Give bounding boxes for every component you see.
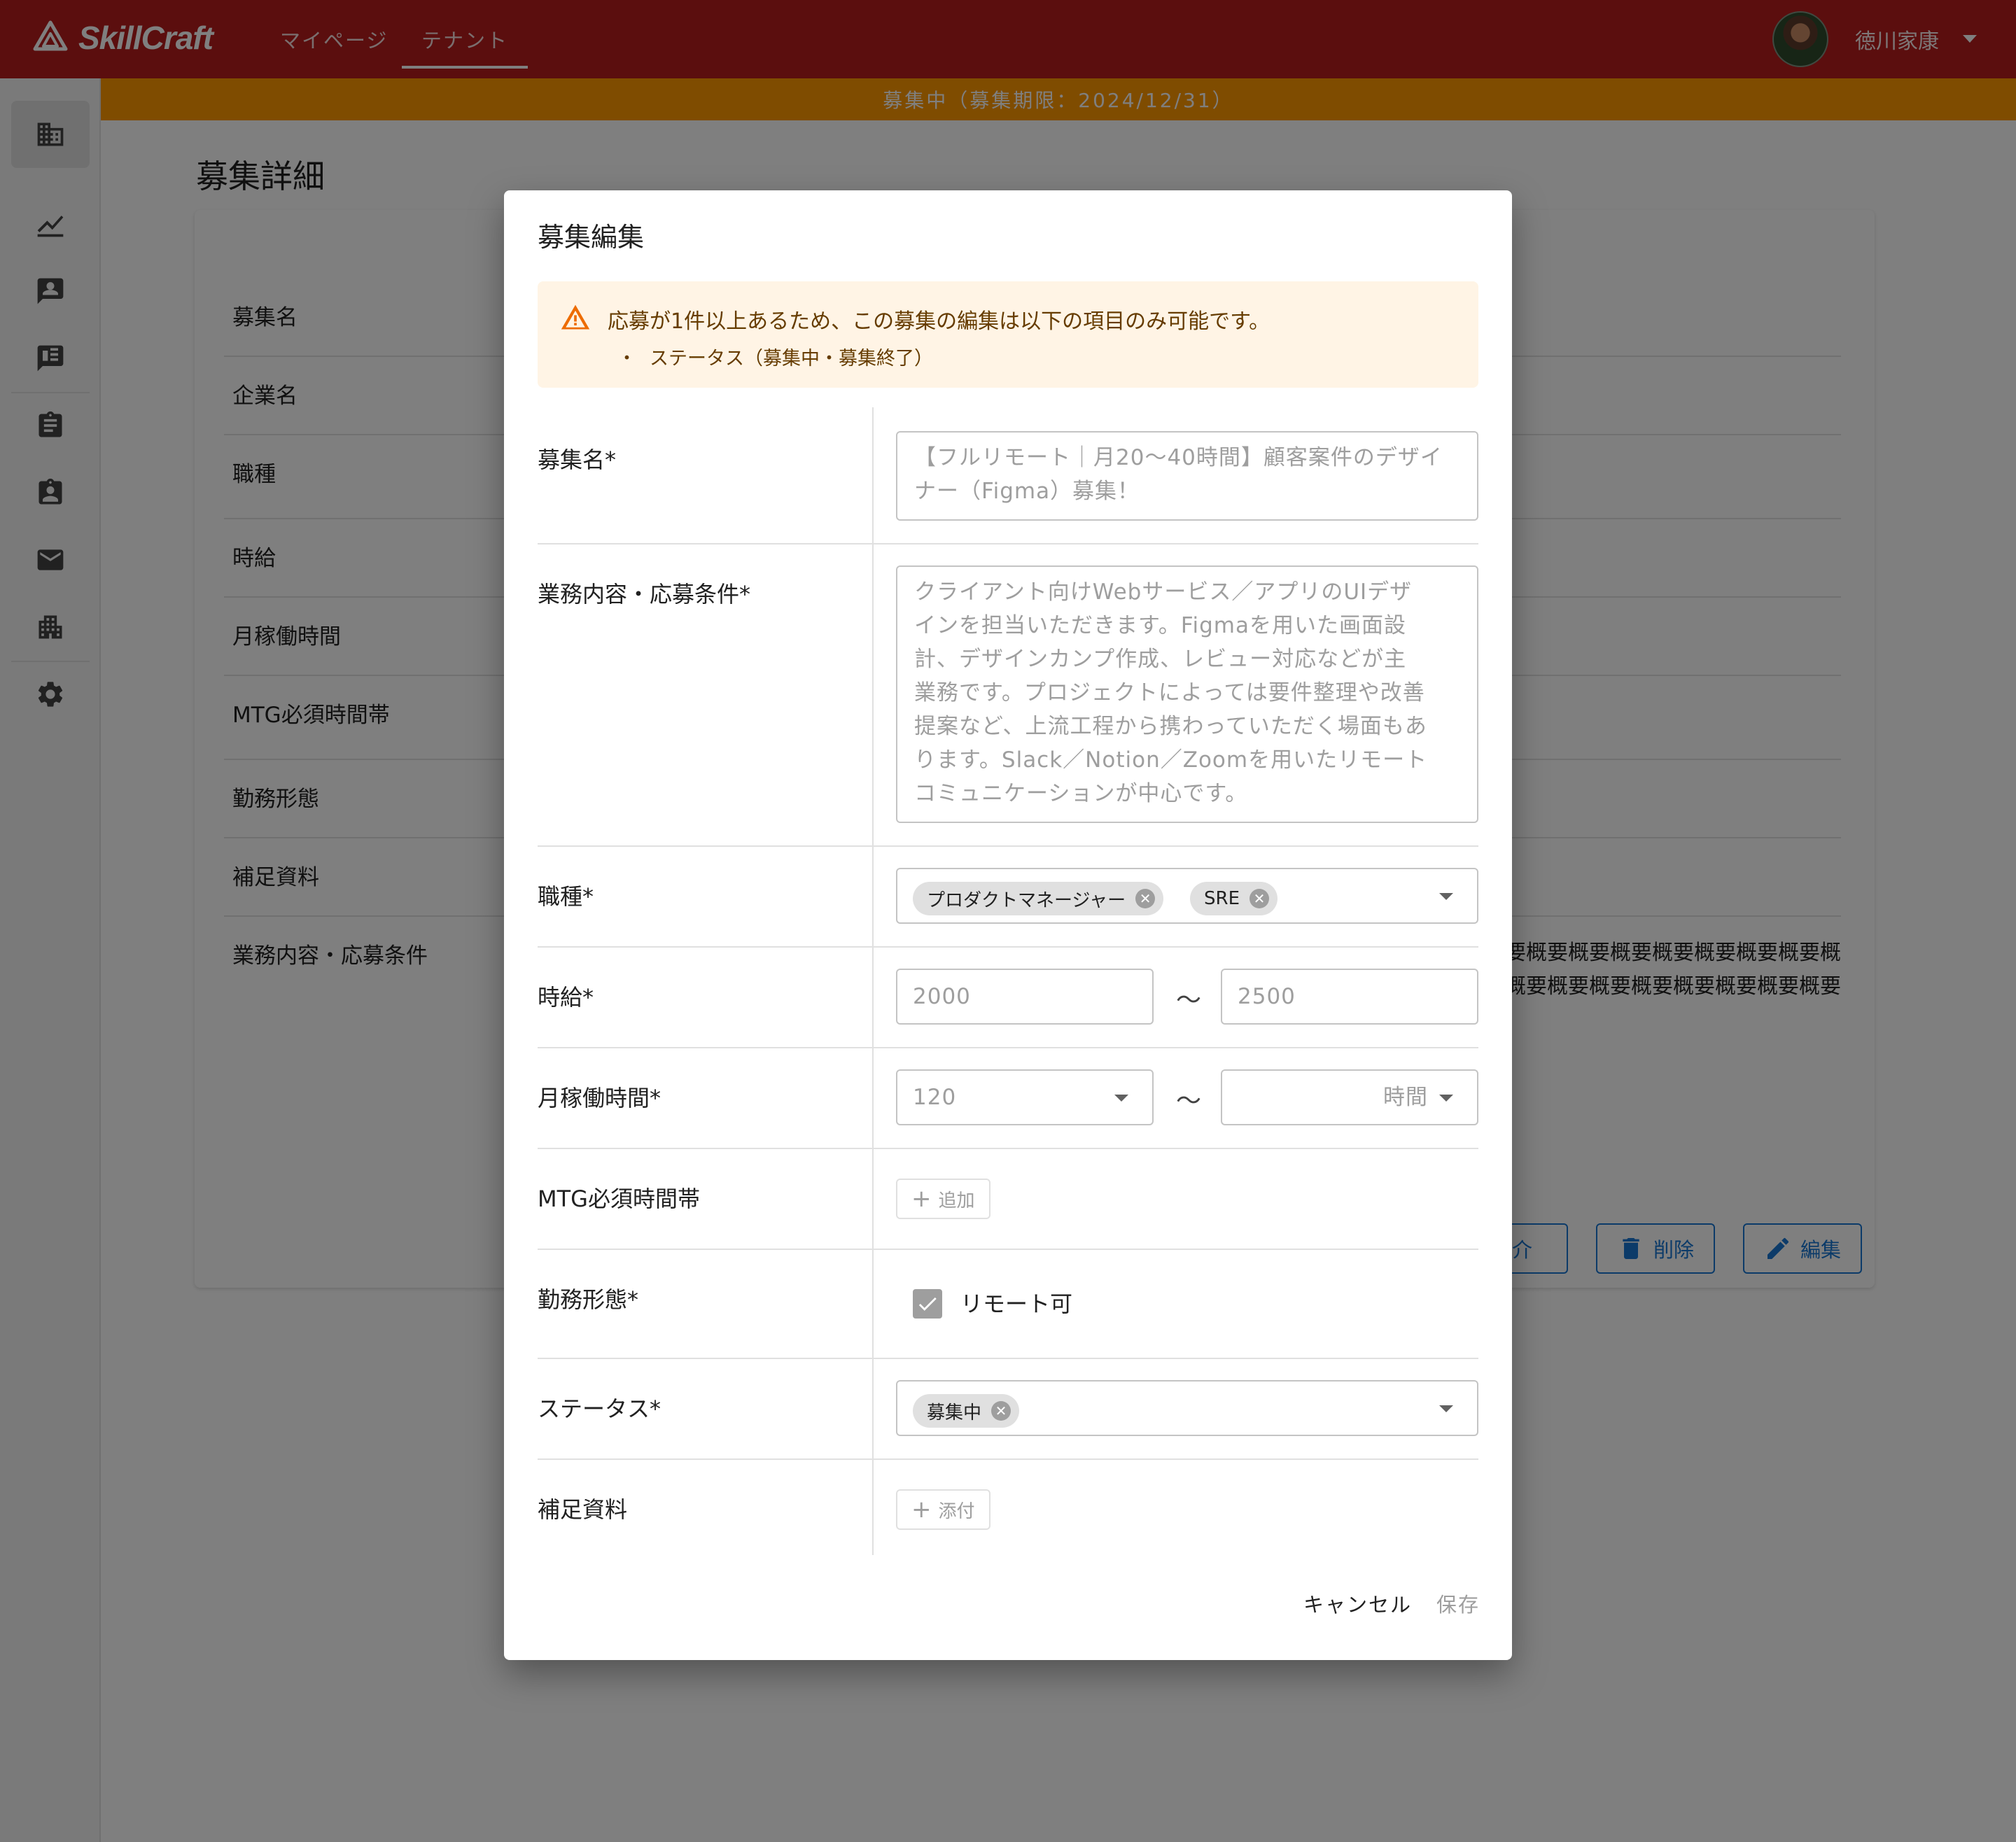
form-row-divider	[538, 1249, 1478, 1250]
chip-label: 募集中	[927, 1402, 982, 1423]
job-type-chip[interactable]: プロダクトマネージャー ✕	[913, 882, 1164, 915]
alert-item: ステータス（募集中・募集終了）	[650, 348, 933, 370]
chip-label: プロダクトマネージャー	[927, 890, 1126, 911]
chip-remove-icon[interactable]: ✕	[1135, 889, 1156, 908]
attach-label: 添付	[938, 1500, 975, 1522]
form-row-divider	[538, 1358, 1478, 1359]
edit-recruitment-dialog: 募集編集 応募が1件以上あるため、この募集の編集は以下の項目のみ可能です。 ・ …	[504, 190, 1512, 1660]
chevron-down-icon[interactable]	[1439, 1095, 1453, 1102]
chip-label: SRE	[1204, 888, 1240, 909]
label-status: ステータス*	[538, 1395, 662, 1422]
monthly-hours-min-value: 120	[913, 1085, 957, 1110]
label-mtg-time: MTG必須時間帯	[538, 1186, 700, 1212]
monthly-hours-min-select[interactable]: 120	[896, 1069, 1154, 1125]
name-input[interactable]: 【フルリモート｜月20〜40時間】顧客案件のデザイ ナー（Figma）募集！	[896, 431, 1478, 521]
label-monthly-hours: 月稼働時間*	[538, 1085, 662, 1111]
form-column-divider	[872, 407, 874, 1555]
label-hourly-rate: 時給*	[538, 984, 594, 1011]
status-chip[interactable]: 募集中 ✕	[913, 1394, 1020, 1428]
remote-checkbox-label[interactable]: リモート可	[960, 1286, 1072, 1319]
hourly-rate-max-input[interactable]: 2500	[1221, 969, 1478, 1025]
description-textarea[interactable]: クライアント向けWebサービス／アプリのUIデザ インを担当いただきます。Fig…	[896, 565, 1478, 823]
dialog-title: 募集編集	[538, 222, 645, 253]
form-row-divider	[538, 543, 1478, 544]
label-work-style: 勤務形態*	[538, 1286, 639, 1313]
description-line: 計、デザインカンプ作成、レビュー対応などが主	[914, 647, 1407, 672]
monthly-hours-max-placeholder: 時間	[1383, 1085, 1428, 1110]
name-line: 【フルリモート｜月20〜40時間】顧客案件のデザイ	[914, 445, 1443, 470]
description-line: コミュニケーションが中心です。	[914, 781, 1248, 806]
chip-remove-icon[interactable]: ✕	[991, 1401, 1011, 1421]
plus-icon: +	[911, 1496, 932, 1524]
hourly-rate-min-input[interactable]: 2000	[896, 969, 1154, 1025]
save-button[interactable]: 保存	[1436, 1589, 1480, 1618]
description-line: 提案など、上流工程から携わっていただく場面もあ	[914, 714, 1427, 739]
status-select[interactable]: 募集中 ✕	[896, 1380, 1478, 1436]
plus-icon: +	[911, 1185, 932, 1213]
range-separator: 〜	[1176, 1087, 1202, 1116]
description-line: ります。Slack／Notion／Zoomを用いたリモート	[914, 747, 1428, 773]
check-icon	[918, 1297, 937, 1311]
add-label: 追加	[938, 1190, 975, 1211]
description-line: クライアント向けWebサービス／アプリのUIデザ	[914, 579, 1413, 605]
alert-message: 応募が1件以上あるため、この募集の編集は以下の項目のみ可能です。	[608, 309, 1270, 334]
hourly-rate-min-value: 2000	[913, 984, 971, 1009]
job-type-chip[interactable]: SRE ✕	[1190, 882, 1278, 915]
label-job-type: 職種*	[538, 883, 594, 910]
name-line: ナー（Figma）募集！	[914, 479, 1140, 504]
description-line: インを担当いただきます。Figmaを用いた画面設	[914, 613, 1406, 638]
description-line: 業務です。プロジェクトによっては要件整理や改善	[914, 680, 1425, 705]
chevron-down-icon[interactable]	[1439, 893, 1453, 900]
range-separator: 〜	[1176, 986, 1202, 1015]
monthly-hours-max-select[interactable]: 時間	[1221, 1069, 1478, 1125]
remote-checkbox[interactable]	[913, 1289, 942, 1319]
form-row-divider	[538, 1047, 1478, 1048]
label-description: 業務内容・応募条件*	[538, 581, 751, 607]
form-row-divider	[538, 1148, 1478, 1149]
attach-file-button[interactable]: + 添付	[896, 1489, 990, 1530]
form-row-divider	[538, 946, 1478, 948]
hourly-rate-max-value: 2500	[1238, 984, 1296, 1009]
chip-remove-icon[interactable]: ✕	[1250, 889, 1269, 908]
form-row-divider	[538, 845, 1478, 847]
warning-icon	[561, 304, 590, 330]
chevron-down-icon[interactable]	[1114, 1095, 1128, 1102]
cancel-button[interactable]: キャンセル	[1303, 1589, 1412, 1618]
add-mtg-time-button[interactable]: + 追加	[896, 1179, 990, 1219]
chevron-down-icon[interactable]	[1439, 1405, 1453, 1412]
job-type-select[interactable]: プロダクトマネージャー ✕ SRE ✕	[896, 868, 1478, 924]
warning-alert: 応募が1件以上あるため、この募集の編集は以下の項目のみ可能です。 ・ ステータス…	[538, 281, 1478, 388]
form-row-divider	[538, 1458, 1478, 1460]
alert-bullet: ・	[617, 348, 636, 370]
label-attachments: 補足資料	[538, 1496, 628, 1523]
label-name: 募集名*	[538, 447, 617, 473]
